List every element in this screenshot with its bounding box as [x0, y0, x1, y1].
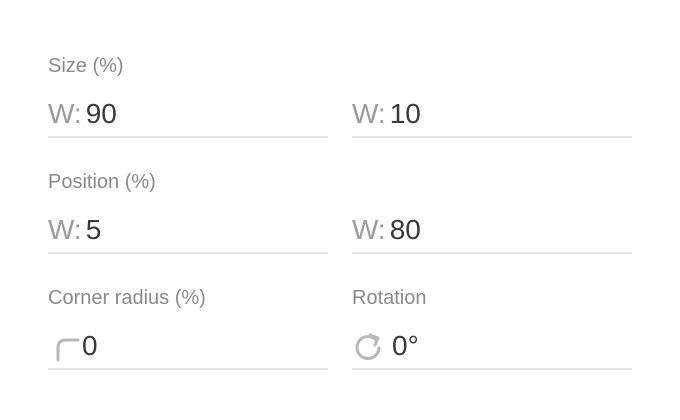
size-height-field[interactable]: W: 10	[352, 92, 632, 138]
rotation-field[interactable]: 0°	[352, 324, 632, 370]
position-x-prefix: W:	[48, 214, 82, 245]
size-width-field[interactable]: W: 90	[48, 92, 328, 138]
corner-radius-label: Corner radius (%)	[48, 287, 206, 309]
rotate-icon	[352, 330, 384, 362]
size-height-value[interactable]: 10	[390, 97, 421, 131]
size-label: Size (%)	[48, 55, 124, 77]
corner-radius-field[interactable]: 0	[48, 324, 328, 370]
position-y-value[interactable]: 80	[390, 213, 421, 247]
rotation-value[interactable]: 0°	[392, 329, 419, 363]
size-width-value[interactable]: 90	[86, 97, 117, 131]
properties-panel: Size (%) W: 90 W: 10 Position (%) W: 5 W…	[0, 0, 680, 420]
position-x-field[interactable]: W: 5	[48, 208, 328, 254]
position-label: Position (%)	[48, 171, 156, 193]
rotation-label: Rotation	[352, 287, 427, 309]
corner-radius-value[interactable]: 0	[82, 329, 98, 363]
position-x-value[interactable]: 5	[86, 213, 102, 247]
size-height-prefix: W:	[352, 98, 386, 129]
position-y-field[interactable]: W: 80	[352, 208, 632, 254]
size-width-prefix: W:	[48, 98, 82, 129]
position-y-prefix: W:	[352, 214, 386, 245]
corner-radius-icon	[48, 330, 80, 362]
